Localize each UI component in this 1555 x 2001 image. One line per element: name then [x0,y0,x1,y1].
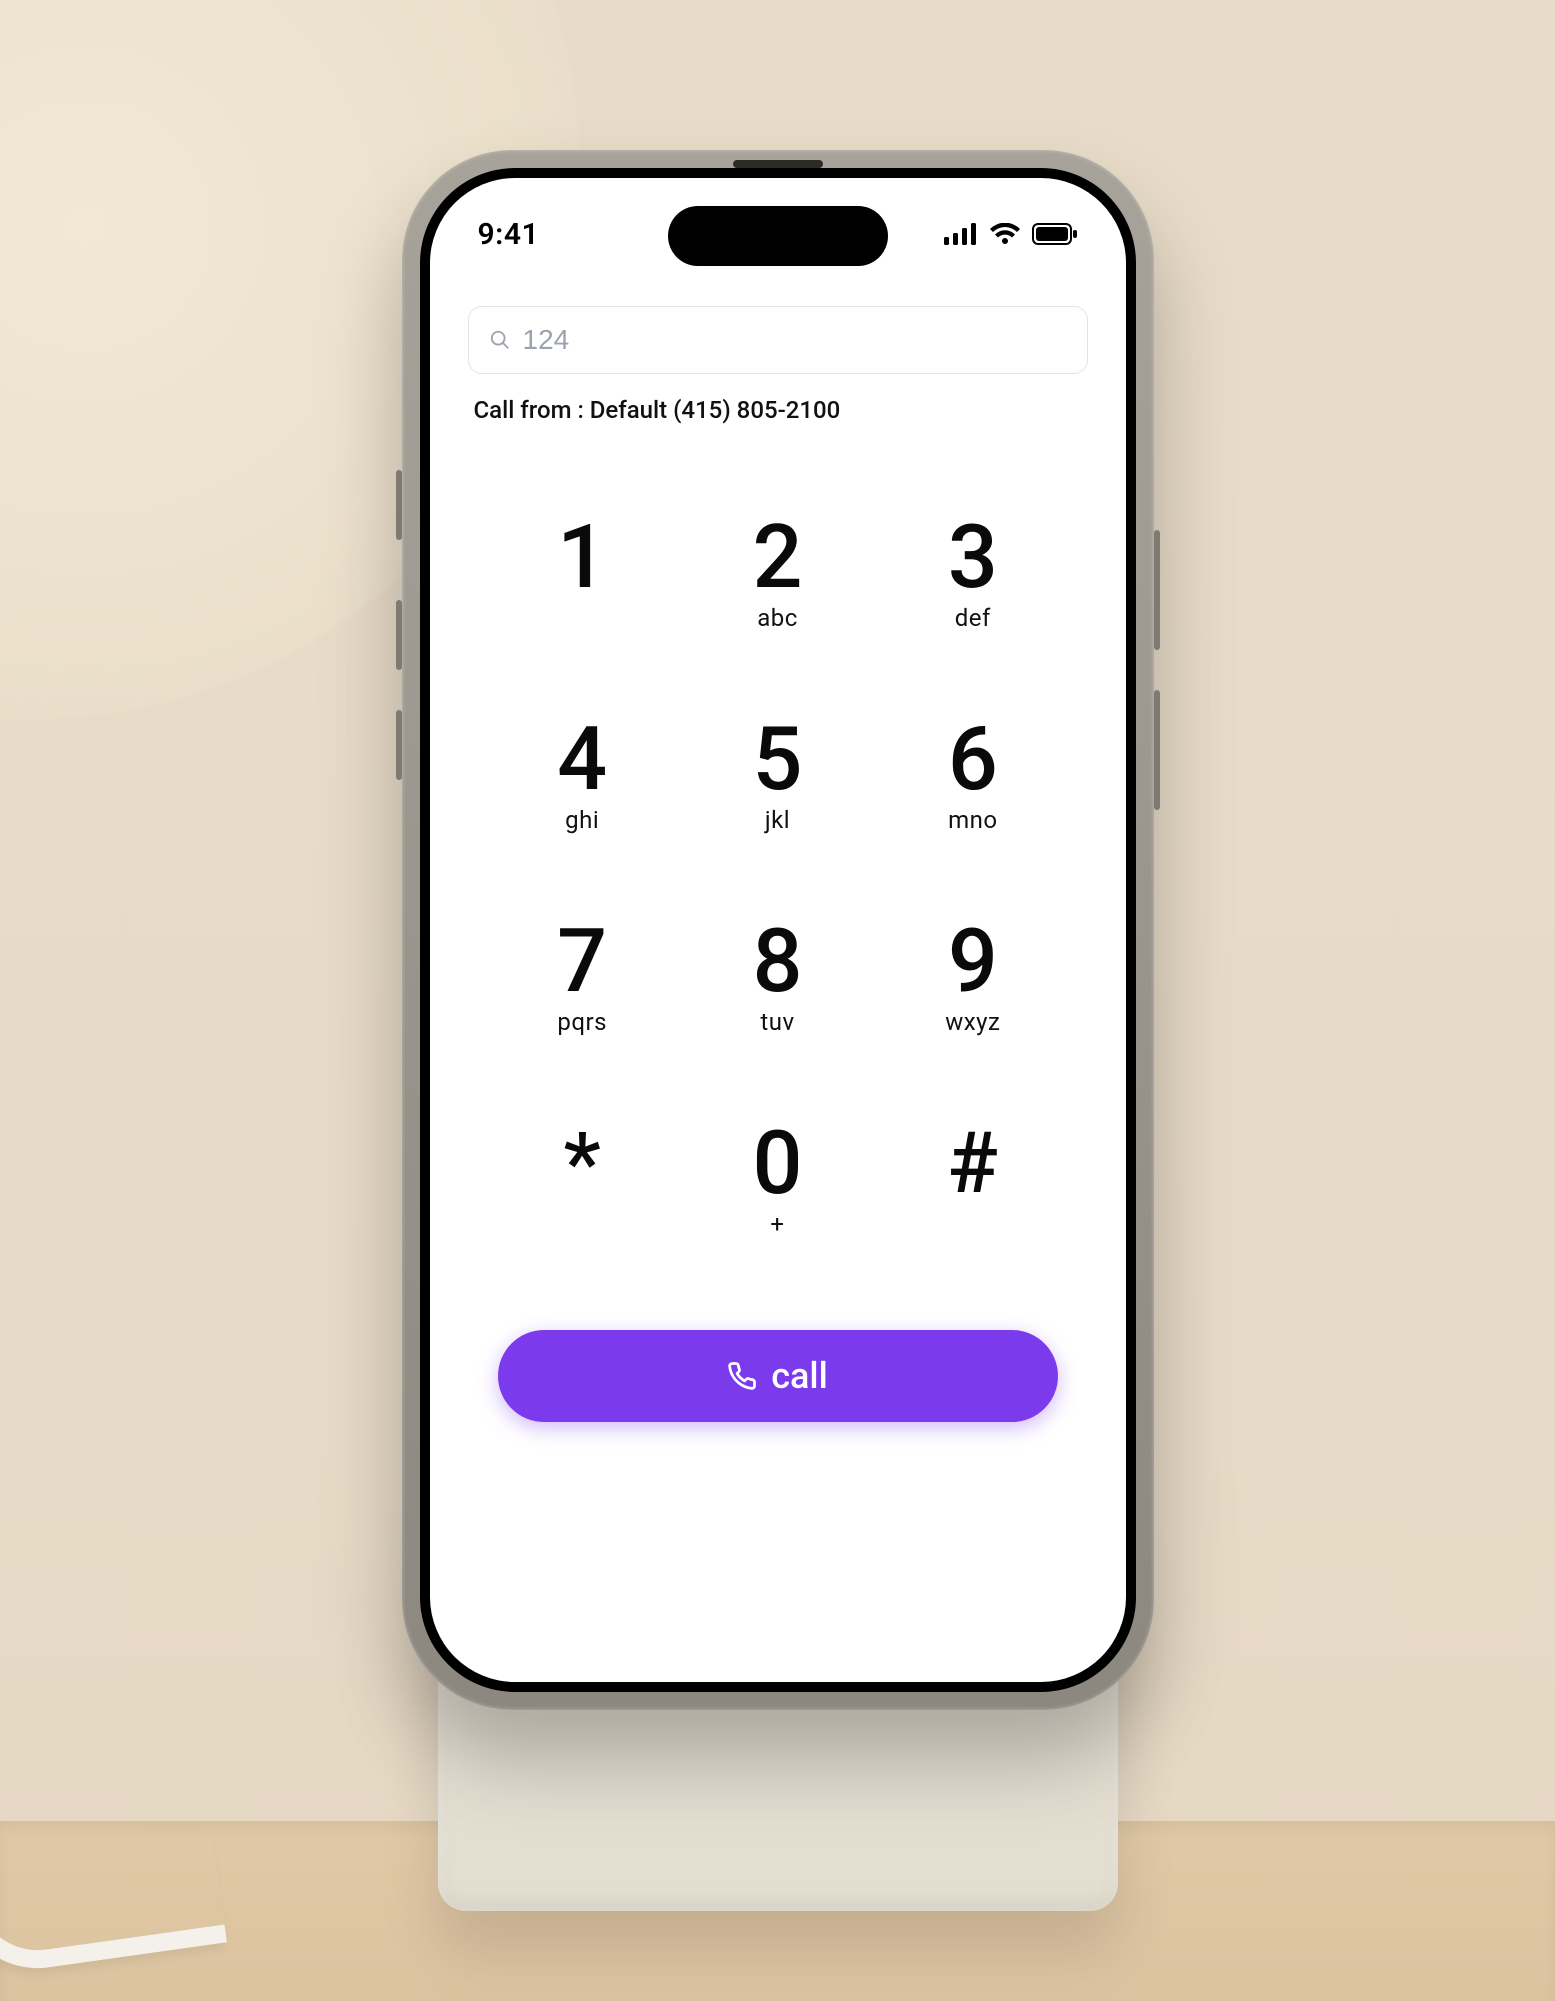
key-letters: mno [948,806,998,834]
key-digit: 4 [557,716,607,804]
key-digit: 5 [752,716,802,804]
key-3[interactable]: 3 def [880,514,1065,664]
key-0[interactable]: 0 + [685,1120,870,1270]
key-digit: 2 [752,514,802,602]
key-8[interactable]: 8 tuv [685,918,870,1068]
key-digit: * [564,1120,601,1208]
key-digit: 1 [557,514,607,602]
status-icons [944,223,1078,245]
battery-icon [1032,223,1078,245]
phone-screen: 9:41 [430,178,1126,1682]
phone-frame: 9:41 [402,150,1154,1710]
key-letters: tuv [760,1008,794,1036]
status-time: 9:41 [478,217,540,252]
key-9[interactable]: 9 wxyz [880,918,1065,1068]
speaker-slit [733,160,823,168]
key-letters: wxyz [945,1008,1000,1036]
key-digit: 8 [752,918,802,1006]
key-star[interactable]: * [490,1120,675,1270]
key-letters: def [955,604,991,632]
key-letters: abc [757,604,798,632]
key-4[interactable]: 4 ghi [490,716,675,866]
key-digit: 3 [948,514,998,602]
call-button[interactable]: call [498,1330,1058,1422]
key-2[interactable]: 2 abc [685,514,870,664]
key-7[interactable]: 7 pqrs [490,918,675,1068]
key-digit: 9 [948,918,998,1006]
dynamic-island [668,206,888,266]
key-letters: pqrs [557,1008,607,1036]
key-hash[interactable]: # [880,1120,1065,1270]
key-digit: 7 [557,918,607,1006]
search-input[interactable] [468,306,1088,374]
keypad: 1 2 abc 3 def 4 ghi [468,514,1088,1270]
call-from-label: Call from : Default (415) 805-2100 [468,396,1088,424]
search-field[interactable] [523,324,1067,356]
search-icon [489,329,511,351]
phone-icon [727,1361,757,1391]
key-6[interactable]: 6 mno [880,716,1065,866]
key-letters: + [770,1210,784,1238]
dialer-app: Call from : Default (415) 805-2100 1 2 a… [430,298,1126,1682]
wifi-icon [990,223,1020,245]
key-letters: ghi [565,806,599,834]
key-digit: 6 [948,716,998,804]
key-digit: 0 [752,1120,802,1208]
key-5[interactable]: 5 jkl [685,716,870,866]
cellular-icon [944,223,978,245]
call-button-label: call [771,1355,828,1397]
key-1[interactable]: 1 [490,514,675,664]
key-letters: jkl [765,806,790,834]
key-digit: # [947,1120,998,1208]
phone-bezel: 9:41 [420,168,1136,1692]
